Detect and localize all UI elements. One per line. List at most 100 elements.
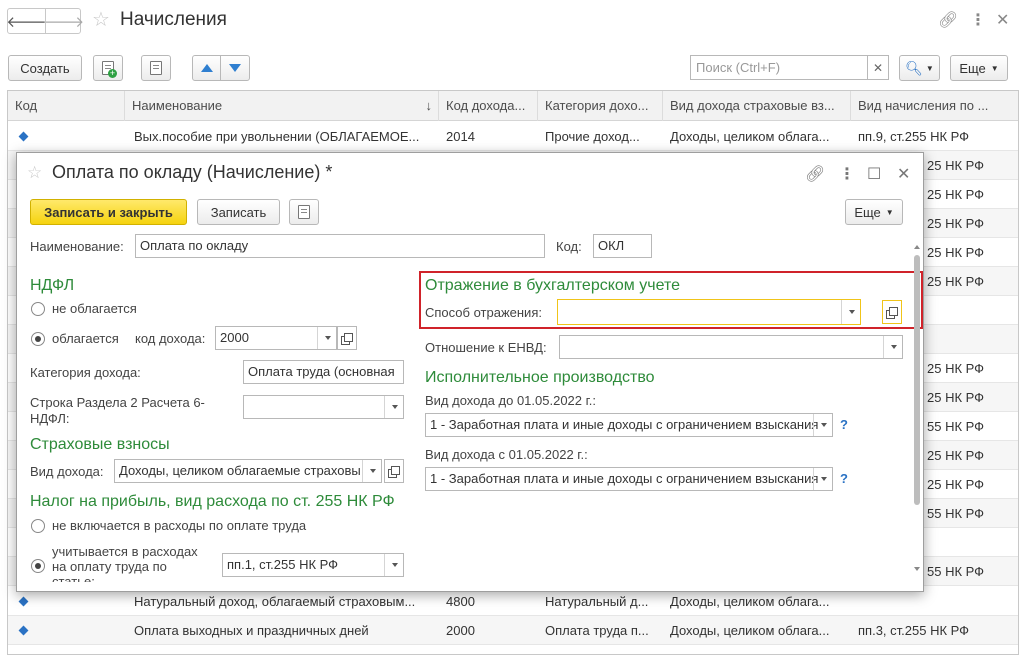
name-label: Наименование: <box>30 239 124 254</box>
report-button[interactable] <box>141 55 171 81</box>
row-accrual-type: 25 НК РФ <box>927 245 985 260</box>
dialog-more-button[interactable]: Еще ▼ <box>845 199 903 225</box>
insurance-income-type-open-button[interactable] <box>384 459 404 483</box>
income-code-open-button[interactable] <box>337 326 357 350</box>
row-accrual-type: 25 НК РФ <box>927 390 985 405</box>
create-button[interactable]: Создать <box>8 55 82 81</box>
envd-label: Отношение к ЕНВД: <box>425 340 547 355</box>
row-income-code: 2000 <box>446 623 475 638</box>
table-row[interactable]: Вых.пособие при увольнении (ОБЛАГАЕМОЕ..… <box>8 122 1018 151</box>
column-code[interactable]: Код <box>8 91 125 121</box>
envd-select[interactable] <box>559 335 903 359</box>
dialog-scrollbar[interactable] <box>913 243 921 573</box>
column-income-code[interactable]: Код дохода... <box>439 91 538 121</box>
save-and-close-button[interactable]: Записать и закрыть <box>30 199 187 225</box>
reflection-method-open-button[interactable] <box>882 300 902 324</box>
scroll-up-icon[interactable] <box>914 245 920 249</box>
link-icon[interactable]: 🔗︎ <box>805 164 825 184</box>
profit-tax-section-title: Налог на прибыль, вид расхода по ст. 255… <box>30 493 395 510</box>
ndfl-not-taxed-radio[interactable] <box>31 302 45 316</box>
row-accrual-type: 55 НК РФ <box>927 564 985 579</box>
scroll-thumb[interactable] <box>914 255 920 505</box>
help-icon[interactable]: ? <box>840 471 848 486</box>
column-name-label: Наименование <box>132 98 223 113</box>
maximize-icon[interactable]: ☐ <box>867 164 881 184</box>
insurance-income-type-select[interactable]: Доходы, целиком облагаемые страховы <box>114 459 382 483</box>
row-accrual-type <box>920 325 1018 354</box>
name-input[interactable]: Оплата по окладу <box>135 234 545 258</box>
profit-tax-included-radio[interactable] <box>31 559 45 573</box>
insurance-section-title: Страховые взносы <box>30 436 170 453</box>
income-type-after-select[interactable]: 1 - Заработная плата и иные доходы с огр… <box>425 467 833 491</box>
help-icon[interactable]: ? <box>840 417 848 432</box>
list-more-label: Еще <box>959 60 986 76</box>
profit-tax-not-included-radio[interactable] <box>31 519 45 533</box>
close-icon[interactable]: ✕ <box>897 164 910 184</box>
link-icon[interactable]: 🔗︎ <box>938 10 958 30</box>
row-category: Прочие доход... <box>545 129 640 144</box>
ndfl-taxed-radio[interactable] <box>31 332 45 346</box>
chevron-down-icon[interactable] <box>813 414 832 436</box>
column-name[interactable]: Наименование ↓ <box>125 91 439 121</box>
favorite-star-icon[interactable]: ☆ <box>27 164 42 181</box>
chevron-down-icon[interactable] <box>883 336 902 358</box>
favorite-star-icon[interactable]: ☆ <box>92 10 110 30</box>
arrow-down-icon <box>229 64 241 72</box>
income-code-select[interactable]: 2000 <box>215 326 337 350</box>
insurance-income-type-label: Вид дохода: <box>30 464 104 479</box>
chevron-down-icon[interactable] <box>362 460 381 482</box>
navigation-buttons: 🡐 🡒 <box>6 8 85 34</box>
accounting-section-title: Отражение в бухгалтерском учете <box>425 277 680 294</box>
document-add-icon: + <box>102 61 117 78</box>
chevron-down-icon[interactable] <box>317 327 336 349</box>
close-icon[interactable]: ✕ <box>996 10 1009 30</box>
arrow-left-icon: 🡐 <box>6 13 47 31</box>
row-accrual-type: 55 НК РФ <box>927 506 985 521</box>
income-category-label: Категория дохода: <box>30 365 141 380</box>
search-clear-button[interactable]: ✕ <box>867 55 889 80</box>
row-insurance-type: Доходы, целиком облага... <box>670 129 830 144</box>
reflection-method-select[interactable] <box>557 299 861 325</box>
create-copy-button[interactable]: + <box>93 55 123 81</box>
column-income-category[interactable]: Категория дохо... <box>538 91 663 121</box>
more-vertical-icon[interactable]: ⋮ <box>839 164 855 184</box>
item-marker-icon <box>18 131 29 142</box>
row-accrual-type <box>920 528 1018 557</box>
move-down-button[interactable] <box>220 55 250 81</box>
column-insurance-income-type[interactable]: Вид дохода страховые вз... <box>663 91 851 121</box>
report-row-select[interactable] <box>243 395 404 419</box>
income-category-input[interactable]: Оплата труда (основная <box>243 360 404 384</box>
chevron-down-icon[interactable] <box>384 554 403 576</box>
search-input[interactable]: Поиск (Ctrl+F) <box>690 55 868 80</box>
code-input[interactable]: ОКЛ <box>593 234 652 258</box>
window-header: 🡐 🡒 ☆ Начисления 🔗︎ ⋮ ✕ <box>0 0 1019 44</box>
table-row[interactable]: Оплата выходных и праздничных дней 2000 … <box>8 616 1018 645</box>
sort-indicator-icon: ↓ <box>425 98 433 113</box>
report-button[interactable] <box>289 199 319 225</box>
profit-tax-article-select[interactable]: пп.1, ст.255 НК РФ <box>222 553 404 577</box>
row-name: Вых.пособие при увольнении (ОБЛАГАЕМОЕ..… <box>134 129 420 144</box>
column-accrual-type[interactable]: Вид начисления по ... <box>851 91 1018 121</box>
chevron-down-icon[interactable] <box>384 396 403 418</box>
income-type-before-select[interactable]: 1 - Заработная плата и иные доходы с огр… <box>425 413 833 437</box>
back-button[interactable]: 🡐 <box>6 9 47 33</box>
profit-tax-article-value: пп.1, ст.255 НК РФ <box>227 557 339 572</box>
reflection-method-label: Способ отражения: <box>425 305 542 320</box>
search-options-button[interactable]: 🔍︎ ▼ <box>899 55 940 81</box>
item-marker-icon <box>18 625 29 636</box>
chevron-down-icon[interactable] <box>841 300 860 324</box>
move-up-button[interactable] <box>192 55 221 81</box>
chevron-down-icon[interactable] <box>813 468 832 490</box>
table-header: Код Наименование ↓ Код дохода... Категор… <box>8 91 1018 121</box>
arrow-right-icon: 🡒 <box>43 13 85 31</box>
arrow-up-icon <box>200 64 213 72</box>
list-more-button[interactable]: Еще ▼ <box>950 55 1008 81</box>
save-button[interactable]: Записать <box>197 199 280 225</box>
accrual-dialog: ☆ Оплата по окладу (Начисление) * 🔗︎ ⋮ ☐… <box>16 152 924 592</box>
income-code-label: код дохода: <box>135 331 206 346</box>
more-vertical-icon[interactable]: ⋮ <box>970 10 986 30</box>
report-row-label-line2: НДФЛ: <box>30 411 70 426</box>
scroll-down-icon[interactable] <box>914 567 920 571</box>
forward-button[interactable]: 🡒 <box>43 9 85 33</box>
income-type-after-label: Вид дохода с 01.05.2022 г.: <box>425 447 588 462</box>
